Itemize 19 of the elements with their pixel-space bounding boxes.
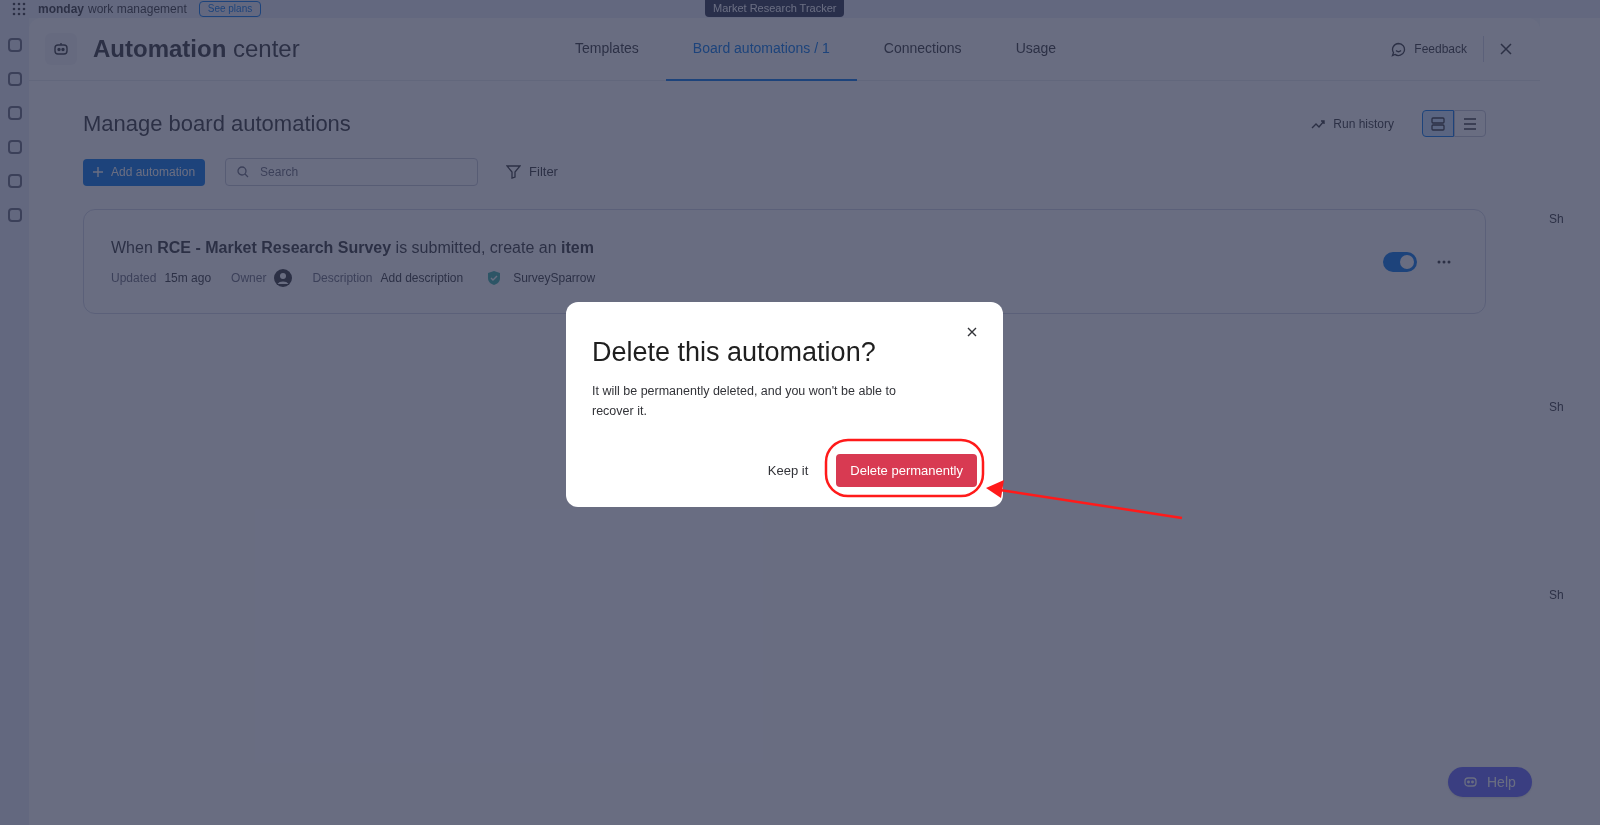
- dialog-title: Delete this automation?: [592, 336, 877, 369]
- integration-name: SurveySparrow: [513, 270, 596, 287]
- meta-value: 15m ago: [164, 270, 212, 287]
- tab[interactable]: Templates: [548, 18, 666, 81]
- page-heading: Manage board automations: [83, 110, 351, 138]
- automation-sentence: When RCE - Market Research Survey is submitted, create an item: [111, 238, 595, 258]
- table-cell-text: Sh: [1549, 211, 1565, 228]
- table-cell-text: Sh: [1549, 399, 1565, 416]
- panel-title: Automation center: [93, 34, 300, 64]
- dialog-message: It will be permanently deleted, and you won't be able to recover it.: [592, 383, 897, 420]
- logo-text[interactable]: monday: [38, 3, 84, 15]
- table-cell-text: Sh: [1549, 587, 1565, 604]
- tab[interactable]: Connections: [856, 18, 989, 81]
- add-description-link[interactable]: Add description: [380, 269, 464, 287]
- keep-button[interactable]: Keep it: [759, 454, 817, 487]
- product-name: work management: [88, 3, 187, 15]
- tab[interactable]: Usage: [988, 18, 1084, 81]
- delete-button[interactable]: Delete permanently: [836, 454, 977, 487]
- close-icon[interactable]: [967, 327, 977, 337]
